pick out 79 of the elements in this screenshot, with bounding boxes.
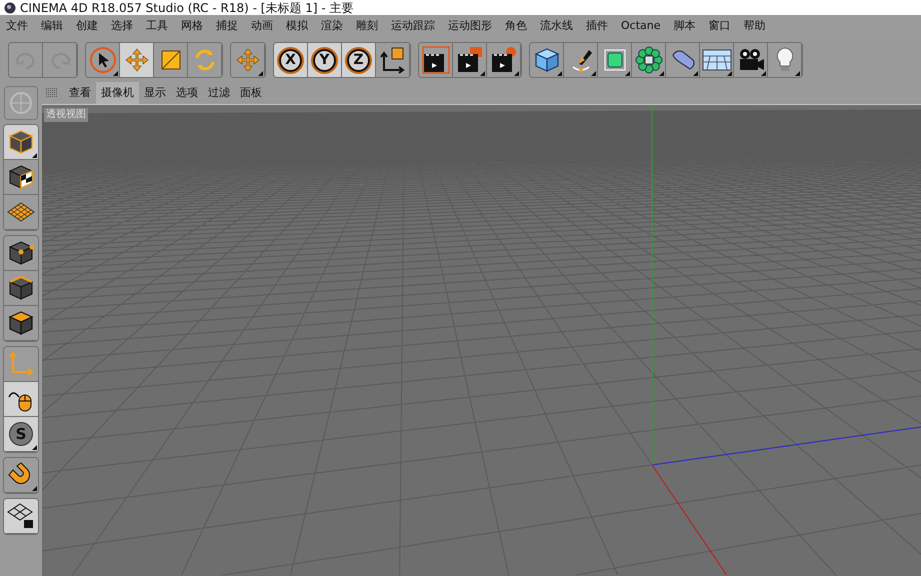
- app-logo-icon: [4, 2, 16, 14]
- cube-edge-icon: [8, 275, 34, 301]
- axis-lock-button[interactable]: X: [274, 43, 308, 77]
- globe-icon: [8, 90, 34, 116]
- mode-button[interactable]: [4, 125, 38, 160]
- menu-item[interactable]: 渲染: [321, 18, 343, 35]
- corner-triangle-icon: [32, 445, 37, 450]
- cube-icon: [534, 47, 560, 73]
- cursor-icon: [88, 46, 116, 74]
- object-button[interactable]: [700, 43, 734, 77]
- menu-item[interactable]: 运动跟踪: [391, 18, 435, 35]
- menu-item[interactable]: 脚本: [674, 18, 696, 35]
- corner-triangle-icon: [795, 71, 800, 76]
- clapperboard-icon: [490, 46, 518, 74]
- menu-item[interactable]: 窗口: [708, 18, 730, 35]
- grip-icon: [46, 88, 58, 98]
- corner-triangle-icon: [113, 71, 118, 76]
- move-arrows-icon: [234, 47, 260, 73]
- locked-grid-icon: [7, 502, 35, 530]
- mode-button[interactable]: [4, 236, 38, 271]
- mode-button[interactable]: S: [4, 417, 38, 452]
- menu-item[interactable]: Octane: [621, 18, 660, 35]
- move-arrows-icon: [124, 47, 150, 73]
- tool-button[interactable]: [120, 43, 154, 77]
- corner-triangle-icon: [32, 486, 37, 491]
- scale-square-icon: [158, 48, 182, 72]
- viewport-menu-tab[interactable]: 查看: [64, 82, 96, 104]
- clapperboard-icon: [456, 46, 484, 74]
- window-title: CINEMA 4D R18.057 Studio (RC - R18) - [未标题 1] - 主要: [20, 2, 354, 14]
- menu-item[interactable]: 创建: [76, 18, 98, 35]
- menu-item[interactable]: 雕刻: [356, 18, 378, 35]
- menu-item[interactable]: 动画: [251, 18, 273, 35]
- corner-triangle-icon: [591, 71, 596, 76]
- viewport-menu-tab[interactable]: 显示: [139, 82, 171, 104]
- corner-triangle-icon: [625, 71, 630, 76]
- cube-face-icon: [8, 310, 34, 336]
- viewport-menu-tab[interactable]: 摄像机: [96, 82, 139, 104]
- menu-item[interactable]: 角色: [505, 18, 527, 35]
- menu-item[interactable]: 网格: [181, 18, 203, 35]
- corner-triangle-icon: [32, 153, 37, 158]
- menu-item[interactable]: 捕捉: [216, 18, 238, 35]
- menu-item[interactable]: 文件: [6, 18, 28, 35]
- menu-item[interactable]: 工具: [146, 18, 168, 35]
- mode-button[interactable]: [4, 382, 38, 417]
- texture-grid-icon: [7, 202, 35, 222]
- menu-item[interactable]: 帮助: [744, 18, 766, 35]
- cube-points-icon: [8, 240, 34, 266]
- corner-triangle-icon: [761, 71, 766, 76]
- corner-triangle-icon: [557, 71, 562, 76]
- object-button[interactable]: [530, 43, 564, 77]
- viewport-menu-tab[interactable]: 选项: [171, 82, 203, 104]
- cloner-flower-icon: [634, 46, 662, 74]
- axis-icon: [8, 351, 34, 377]
- menu-item[interactable]: 流水线: [540, 18, 573, 35]
- menu-item[interactable]: 模拟: [286, 18, 308, 35]
- tool-button[interactable]: [86, 43, 120, 77]
- axis-lock-button[interactable]: Y: [308, 43, 342, 77]
- axis-lock-button[interactable]: Z: [342, 43, 376, 77]
- viewport-label: 透视视图: [44, 108, 88, 122]
- clapperboard-icon: [422, 46, 450, 74]
- cube-icon: [8, 129, 34, 155]
- boxed-cube-icon: [602, 47, 628, 73]
- menu-item[interactable]: 插件: [586, 18, 608, 35]
- menu-item[interactable]: 运动图形: [448, 18, 492, 35]
- snap-badge: S: [9, 422, 33, 446]
- textured-cube-icon: [8, 164, 34, 190]
- corner-triangle-icon: [659, 71, 664, 76]
- coordinate-cube-icon: [378, 46, 406, 74]
- viewport-menu-tab[interactable]: 面板: [235, 82, 267, 104]
- corner-triangle-icon: [480, 71, 485, 76]
- corner-triangle-icon: [693, 71, 698, 76]
- menu-item[interactable]: 编辑: [41, 18, 63, 35]
- floor-grid-icon: [702, 47, 732, 73]
- render-button[interactable]: [419, 43, 453, 77]
- menu-item[interactable]: 选择: [111, 18, 133, 35]
- corner-triangle-icon: [514, 71, 519, 76]
- viewport-menu-tab[interactable]: 过滤: [203, 82, 235, 104]
- corner-triangle-icon: [258, 71, 263, 76]
- corner-triangle-icon: [727, 71, 732, 76]
